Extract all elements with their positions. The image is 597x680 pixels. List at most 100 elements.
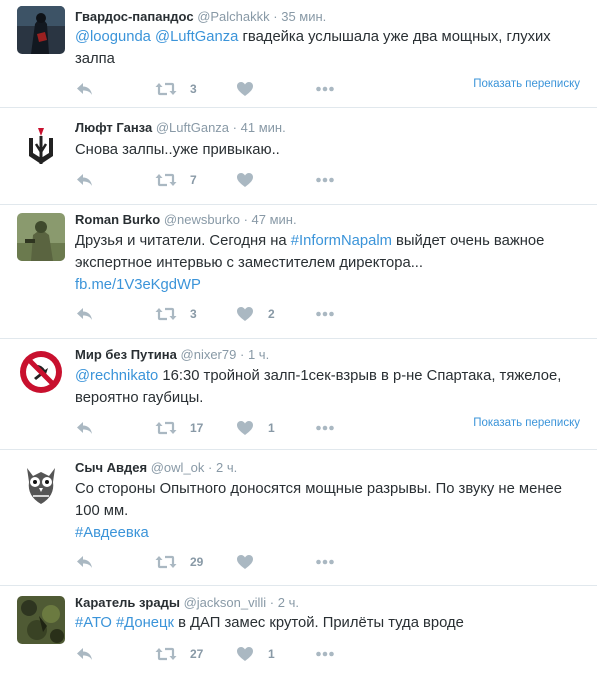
tweet-item[interactable]: Roman Burko @newsburko · 47 мин. Друзья … [0, 205, 597, 339]
retweet-button[interactable]: 7 [155, 170, 197, 190]
avatar[interactable] [17, 6, 65, 54]
reply-icon [75, 552, 95, 572]
tweet-item[interactable]: Сыч Авдея @owl_ok · 2 ч. Со стороны Опыт… [0, 450, 597, 586]
author-name[interactable]: Каратель зрады [75, 595, 180, 610]
tweet-actions: 29 [75, 552, 575, 572]
like-button[interactable] [235, 170, 268, 190]
reply-icon [75, 304, 95, 324]
tweet-item[interactable]: Гвардос-папандос @Palchakkk · 35 мин. @l… [0, 0, 597, 108]
tweet-time[interactable]: 2 ч. [216, 460, 237, 475]
like-button[interactable] [235, 79, 268, 99]
mention-link[interactable]: @LuftGanza [155, 29, 238, 45]
reply-button[interactable] [75, 418, 95, 438]
reply-icon [75, 418, 95, 438]
avatar[interactable] [17, 122, 65, 170]
reply-button[interactable] [75, 79, 95, 99]
reply-button[interactable] [75, 170, 95, 190]
author-handle[interactable]: @owl_ok [151, 460, 205, 475]
more-button[interactable] [315, 170, 335, 190]
author-handle[interactable]: @jackson_villi [184, 595, 267, 610]
more-icon [315, 304, 335, 324]
retweet-count: 3 [190, 307, 197, 321]
tweet-time[interactable]: 47 мин. [252, 212, 297, 227]
retweet-button[interactable]: 27 [155, 644, 203, 664]
like-button[interactable]: 1 [235, 418, 275, 438]
tweet-header: Roman Burko @newsburko · 47 мин. [75, 212, 297, 227]
retweet-icon [155, 304, 177, 324]
like-button[interactable]: 1 [235, 644, 275, 664]
tweet-item[interactable]: Каратель зрады @jackson_villi · 2 ч. #АТ… [0, 586, 597, 680]
avatar[interactable] [17, 596, 65, 644]
like-count: 2 [268, 307, 275, 321]
heart-icon [235, 79, 255, 99]
tweet-actions: 17 1 [75, 418, 575, 438]
tweet-item[interactable]: Люфт Ганза @LuftGanza · 41 мин. Снова за… [0, 108, 597, 205]
heart-icon [235, 418, 255, 438]
tweet-actions: 7 [75, 170, 575, 190]
author-name[interactable]: Roman Burko [75, 212, 160, 227]
more-button[interactable] [315, 644, 335, 664]
tweet-body: в ДАП замес крутой. Прилёты туда вроде [173, 615, 464, 631]
tweet-body: Друзья и читатели. Сегодня на [75, 233, 291, 249]
retweet-icon [155, 552, 177, 572]
author-name[interactable]: Мир без Путина [75, 347, 177, 362]
tweet-time[interactable]: 1 ч. [248, 347, 269, 362]
tweet-actions: 3 [75, 79, 575, 99]
tweet-header: Мир без Путина @nixer79 · 1 ч. [75, 347, 269, 362]
mention-link[interactable]: @loogunda [75, 29, 151, 45]
avatar[interactable] [17, 348, 65, 396]
avatar[interactable] [17, 213, 65, 261]
tweet-time[interactable]: 41 мин. [241, 120, 286, 135]
tweet-text: @rechnikato 16:30 тройной залп-1сек-взры… [75, 365, 575, 409]
retweet-count: 27 [190, 647, 204, 661]
reply-icon [75, 170, 95, 190]
external-link[interactable]: fb.me/1V3eKgdWP [75, 277, 201, 293]
more-button[interactable] [315, 418, 335, 438]
tweet-time[interactable]: 2 ч. [278, 595, 299, 610]
author-name[interactable]: Сыч Авдея [75, 460, 147, 475]
hashtag-link[interactable]: #Авдеевка [75, 525, 149, 541]
like-count: 1 [268, 421, 275, 435]
author-name[interactable]: Люфт Ганза [75, 120, 152, 135]
more-icon [315, 79, 335, 99]
more-button[interactable] [315, 552, 335, 572]
more-icon [315, 552, 335, 572]
more-button[interactable] [315, 79, 335, 99]
hashtag-link[interactable]: #АТО [75, 615, 112, 631]
avatar[interactable] [17, 460, 65, 508]
retweet-icon [155, 644, 177, 664]
author-handle[interactable]: @nixer79 [181, 347, 237, 362]
reply-icon [75, 79, 95, 99]
heart-icon [235, 644, 255, 664]
retweet-icon [155, 418, 177, 438]
tweet-header: Каратель зрады @jackson_villi · 2 ч. [75, 595, 299, 610]
more-icon [315, 644, 335, 664]
retweet-button[interactable]: 3 [155, 304, 197, 324]
mention-link[interactable]: @rechnikato [75, 368, 158, 384]
tweet-item[interactable]: Мир без Путина @nixer79 · 1 ч. @rechnika… [0, 339, 597, 450]
reply-button[interactable] [75, 644, 95, 664]
tweet-time[interactable]: 35 мин. [281, 9, 326, 24]
hashtag-link[interactable]: #InformNapalm [291, 233, 392, 249]
like-button[interactable] [235, 552, 268, 572]
author-handle[interactable]: @Palchakkk [197, 9, 269, 24]
reply-button[interactable] [75, 304, 95, 324]
tweet-body: Со стороны Опытного доносятся мощные раз… [75, 481, 562, 519]
author-handle[interactable]: @LuftGanza [156, 120, 229, 135]
separator-dot: · [208, 460, 213, 475]
like-button[interactable]: 2 [235, 304, 275, 324]
tweet-actions: 3 2 [75, 304, 575, 324]
hashtag-link[interactable]: #Донецк [116, 615, 174, 631]
heart-icon [235, 552, 255, 572]
tweet-text: #АТО #Донецк в ДАП замес крутой. Прилёты… [75, 612, 575, 634]
retweet-button[interactable]: 29 [155, 552, 203, 572]
author-handle[interactable]: @newsburko [164, 212, 240, 227]
retweet-button[interactable]: 3 [155, 79, 197, 99]
more-icon [315, 170, 335, 190]
retweet-button[interactable]: 17 [155, 418, 203, 438]
retweet-count: 17 [190, 421, 204, 435]
reply-icon [75, 644, 95, 664]
reply-button[interactable] [75, 552, 95, 572]
more-button[interactable] [315, 304, 335, 324]
author-name[interactable]: Гвардос-папандос [75, 9, 194, 24]
